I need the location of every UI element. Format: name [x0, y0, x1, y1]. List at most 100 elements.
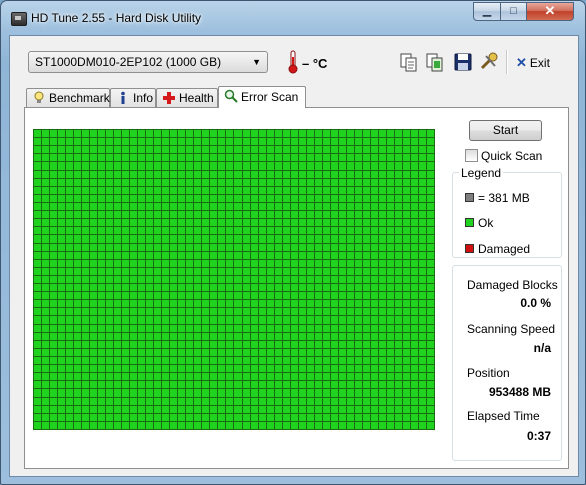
scan-block [370, 397, 378, 405]
scan-block [330, 397, 338, 405]
minimize-button[interactable]: ▁ [473, 2, 501, 21]
legend-label: Ok [478, 216, 494, 230]
scan-block [314, 284, 322, 292]
start-button[interactable]: Start [469, 120, 542, 141]
scan-block [322, 130, 330, 138]
scan-block [306, 389, 314, 397]
elapsed-time-value: 0:37 [526, 429, 551, 443]
scan-block [250, 421, 258, 429]
scan-block [226, 389, 234, 397]
scan-block [226, 186, 234, 194]
close-button[interactable]: ✕ [526, 2, 574, 21]
scan-block [394, 162, 402, 170]
scan-block [306, 235, 314, 243]
scan-block [42, 275, 50, 284]
scan-block [98, 194, 106, 202]
scan-block [234, 211, 242, 219]
scan-block [58, 332, 66, 340]
copy-info-button[interactable] [398, 51, 420, 73]
scan-block [250, 324, 258, 332]
scan-block [314, 332, 322, 340]
scan-block [274, 357, 282, 365]
scan-block [186, 292, 194, 300]
scan-block [338, 130, 346, 138]
scan-block [202, 332, 210, 340]
tab-health[interactable]: Health [156, 88, 218, 107]
scan-block [378, 357, 386, 365]
scan-block [290, 316, 298, 324]
scan-block [394, 227, 402, 235]
scan-block [274, 316, 282, 324]
scan-block [426, 324, 434, 332]
title-bar[interactable]: HD Tune 2.55 - Hard Disk Utility ▁ □ ✕ [1, 1, 585, 35]
scan-block [74, 146, 82, 154]
scan-block [282, 170, 290, 178]
scan-block [394, 373, 402, 381]
scan-block [298, 219, 306, 227]
scan-block [314, 397, 322, 405]
scan-block [42, 170, 50, 178]
scan-block [282, 130, 290, 138]
scan-block [74, 162, 82, 170]
drive-select[interactable]: ST1000DM010-2EP102 (1000 GB) ▼ [28, 51, 268, 73]
scan-block [394, 284, 402, 292]
scan-block [322, 251, 330, 259]
scan-block [98, 373, 106, 381]
copy-screenshot-button[interactable] [424, 51, 446, 73]
scan-block [194, 227, 202, 235]
scan-block [66, 413, 74, 421]
scan-block [178, 316, 186, 324]
scan-block [90, 324, 98, 332]
scan-block [218, 202, 226, 211]
scan-block [58, 251, 66, 259]
scan-block [266, 421, 274, 429]
scan-block [58, 259, 66, 267]
scan-block [282, 292, 290, 300]
scan-block [154, 219, 162, 227]
scan-block [234, 300, 242, 308]
scan-block [194, 332, 202, 340]
scan-block [266, 194, 274, 202]
scan-block [338, 405, 346, 413]
scan-block [34, 292, 42, 300]
scan-block [138, 308, 146, 316]
scan-block [138, 130, 146, 138]
scan-block [290, 284, 298, 292]
scan-block [338, 235, 346, 243]
scan-block [266, 267, 274, 275]
checkbox-box[interactable] [465, 149, 478, 162]
tab-info[interactable]: Info [110, 88, 156, 107]
scan-block [162, 324, 170, 332]
scan-block [242, 316, 250, 324]
scan-block [426, 219, 434, 227]
scan-block [194, 397, 202, 405]
scan-block [282, 332, 290, 340]
scan-block [274, 211, 282, 219]
scan-block [306, 373, 314, 381]
scan-block [82, 389, 90, 397]
scan-block [58, 389, 66, 397]
scan-block [354, 397, 362, 405]
scan-block [378, 308, 386, 316]
scan-block [202, 292, 210, 300]
scan-block [234, 397, 242, 405]
scan-block [186, 405, 194, 413]
scan-block [370, 365, 378, 373]
scan-block [394, 308, 402, 316]
tab-error-scan[interactable]: Error Scan [218, 86, 306, 108]
scan-block [274, 194, 282, 202]
scan-block [282, 211, 290, 219]
scan-block [378, 202, 386, 211]
options-button[interactable] [478, 51, 500, 73]
quick-scan-checkbox[interactable]: Quick Scan [465, 149, 542, 163]
scan-block [394, 202, 402, 211]
scan-block [410, 162, 418, 170]
scan-block [178, 405, 186, 413]
tab-benchmark[interactable]: Benchmark [26, 88, 110, 107]
save-button[interactable] [452, 51, 474, 73]
scan-block [34, 413, 42, 421]
scan-block [290, 405, 298, 413]
maximize-button[interactable]: □ [500, 2, 527, 21]
exit-button[interactable]: ✕ Exit [516, 55, 550, 71]
scan-block [162, 381, 170, 389]
